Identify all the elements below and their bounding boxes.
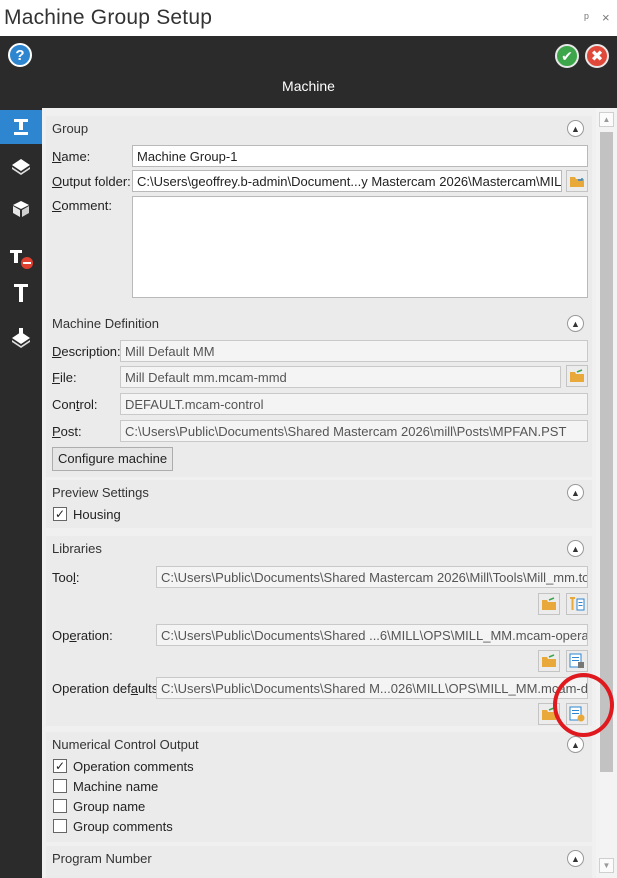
control-label: Control:	[52, 397, 98, 412]
libraries-section: Libraries ▲ Tool: C:\Users\Public\Docume…	[46, 536, 592, 726]
operation-library-field: C:\Users\Public\Documents\Shared ...6\MI…	[156, 624, 588, 646]
operation-manager-icon	[569, 653, 584, 668]
machine-name-label: Machine name	[73, 779, 159, 794]
post-label: Post:	[52, 424, 82, 439]
configure-machine-button[interactable]: Configure machine	[52, 447, 174, 471]
control-field: DEFAULT.mcam-control	[120, 393, 588, 415]
nc-output-section: Numerical Control Output ▲ ✓ Operation c…	[46, 732, 592, 842]
dialog-header: ? ✔ ✖ Machine	[0, 36, 617, 108]
sidebar-item-tool-settings[interactable]	[0, 276, 42, 310]
browse-machine-file-button[interactable]	[566, 365, 588, 387]
browse-output-folder-button[interactable]	[566, 170, 588, 192]
sidebar-item-safety-zone[interactable]	[0, 240, 42, 274]
open-folder-icon	[542, 597, 556, 610]
operation-comments-label: Operation comments	[73, 759, 194, 774]
section-header-nc-output: Numerical Control Output	[52, 737, 199, 752]
post-field: C:\Users\Public\Documents\Shared Masterc…	[120, 420, 588, 442]
group-comments-label: Group comments	[73, 819, 173, 834]
tool-library-field: C:\Users\Public\Documents\Shared Masterc…	[156, 566, 588, 588]
stock-model-icon	[13, 201, 29, 217]
machine-name-checkbox[interactable]	[53, 779, 67, 793]
output-folder-label: Output folder:	[52, 174, 131, 189]
preview-settings-section: Preview Settings ▲ ✓ Housing	[46, 480, 592, 528]
tool-manager-icon	[570, 597, 585, 611]
ok-button[interactable]: ✔	[555, 44, 579, 68]
collapse-group-icon[interactable]: ▲	[567, 120, 584, 137]
sidebar-item-stock-model[interactable]	[0, 192, 42, 226]
section-header-preview-settings: Preview Settings	[52, 485, 149, 500]
safety-zone-icon	[10, 250, 33, 269]
browse-operation-library-button[interactable]	[538, 650, 560, 672]
window-title: Machine Group Setup	[4, 6, 213, 29]
sidebar-item-toolpath-settings[interactable]	[0, 320, 42, 354]
operation-defaults-label: Operation defaults:	[52, 681, 162, 696]
stock-setup-icon	[12, 159, 30, 175]
file-field: Mill Default mm.mcam-mmd	[120, 366, 561, 388]
close-window-icon[interactable]: ×	[602, 10, 610, 25]
group-section: Group ▲ Name: Machine Group-1 Output fol…	[46, 116, 592, 312]
sidebar-item-stock-setup[interactable]	[0, 148, 42, 182]
toolpath-settings-icon	[12, 328, 30, 348]
name-label: Name:	[52, 149, 91, 164]
collapse-machine-definition-icon[interactable]: ▲	[567, 315, 584, 332]
comment-label: Comment:	[52, 198, 112, 213]
sidebar-item-machine[interactable]	[0, 110, 42, 144]
tool-settings-icon	[14, 284, 28, 302]
description-field: Mill Default MM	[120, 340, 588, 362]
group-comments-checkbox[interactable]	[53, 819, 67, 833]
help-icon[interactable]: ?	[8, 43, 32, 67]
folder-icon	[570, 177, 584, 187]
annotation-circle	[553, 673, 614, 737]
open-folder-icon	[542, 654, 556, 667]
section-header-group: Group	[52, 121, 89, 136]
housing-label: Housing	[73, 507, 121, 522]
collapse-program-number-icon[interactable]: ▲	[567, 850, 584, 867]
open-folder-icon	[570, 369, 584, 382]
program-number-section: Program Number ▲	[46, 846, 592, 878]
machine-definition-section: Machine Definition ▲ Description: Mill D…	[46, 311, 592, 477]
browse-tool-library-button[interactable]	[538, 593, 560, 615]
section-header-program-number: Program Number	[52, 851, 152, 866]
cancel-button[interactable]: ✖	[585, 44, 609, 68]
operation-defaults-field: C:\Users\Public\Documents\Shared M...026…	[156, 677, 588, 699]
operation-comments-checkbox[interactable]: ✓	[53, 759, 67, 773]
operation-library-label: Operation:	[52, 628, 113, 643]
edit-tool-library-button[interactable]	[566, 593, 588, 615]
machine-setup-icon	[14, 119, 28, 135]
comment-field[interactable]	[132, 196, 588, 298]
scroll-down-icon[interactable]: ▼	[599, 858, 614, 873]
group-name-checkbox[interactable]	[53, 799, 67, 813]
scrollbar-thumb[interactable]	[600, 132, 613, 772]
settings-panel: Group ▲ Name: Machine Group-1 Output fol…	[42, 108, 596, 878]
file-label: File:	[52, 370, 77, 385]
vertical-scrollbar[interactable]: ▲ ▼	[596, 108, 617, 878]
sidebar	[0, 108, 42, 878]
section-header-libraries: Libraries	[52, 541, 102, 556]
edit-operation-library-button[interactable]	[566, 650, 588, 672]
name-field[interactable]: Machine Group-1	[132, 145, 588, 167]
scroll-up-icon[interactable]: ▲	[599, 112, 614, 127]
section-header-machine-definition: Machine Definition	[52, 316, 159, 331]
description-label: Description:	[52, 344, 121, 359]
housing-checkbox[interactable]: ✓	[53, 507, 67, 521]
output-folder-field[interactable]: C:\Users\geoffrey.b-admin\Document...y M…	[132, 170, 562, 192]
page-title: Machine	[282, 78, 335, 94]
pin-icon[interactable]: ᵖ	[584, 10, 589, 25]
group-name-label: Group name	[73, 799, 146, 814]
collapse-libraries-icon[interactable]: ▲	[567, 540, 584, 557]
window-titlebar: Machine Group Setup ᵖ ×	[0, 0, 617, 36]
collapse-preview-settings-icon[interactable]: ▲	[567, 484, 584, 501]
collapse-nc-output-icon[interactable]: ▲	[567, 736, 584, 753]
tool-library-label: Tool:	[52, 570, 80, 585]
